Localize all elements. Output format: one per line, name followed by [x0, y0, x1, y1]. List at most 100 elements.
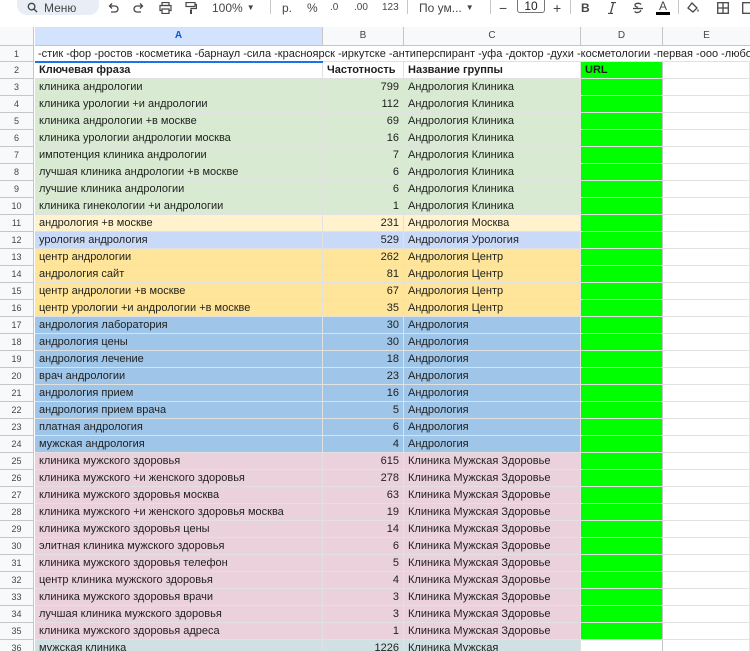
- cell-e[interactable]: [663, 283, 750, 299]
- italic-icon[interactable]: [607, 0, 617, 16]
- cell-phrase[interactable]: импотенция клиника андрологии: [35, 147, 323, 163]
- cell-e[interactable]: [663, 555, 750, 571]
- cell-group[interactable]: Клиника Мужская: [404, 640, 581, 651]
- row-number[interactable]: 12: [0, 232, 34, 249]
- row-number[interactable]: 33: [0, 589, 34, 606]
- cell-url[interactable]: [581, 232, 663, 248]
- cell-phrase[interactable]: андрология +в москве: [35, 215, 323, 231]
- cell-freq[interactable]: 4: [323, 436, 404, 452]
- cell-freq[interactable]: 278: [323, 470, 404, 486]
- cell-phrase[interactable]: андрология лаборатория: [35, 317, 323, 333]
- cell-url[interactable]: [581, 555, 663, 571]
- row-number[interactable]: 21: [0, 385, 34, 402]
- cell-group[interactable]: Клиника Мужская Здоровье: [404, 521, 581, 537]
- select-all-corner[interactable]: [0, 27, 34, 46]
- cell-group[interactable]: Клиника Мужская Здоровье: [404, 453, 581, 469]
- cell-group[interactable]: Андрология Клиника: [404, 130, 581, 146]
- cell-freq[interactable]: 19: [323, 504, 404, 520]
- cell-phrase[interactable]: клиника урологии +и андрологии: [35, 96, 323, 112]
- header-group[interactable]: Название группы: [404, 62, 581, 78]
- row-number[interactable]: 35: [0, 623, 34, 640]
- cell-url[interactable]: [581, 368, 663, 384]
- cell-phrase[interactable]: андрология прием врача: [35, 402, 323, 418]
- font-family-select[interactable]: По ум... ▼: [419, 0, 474, 16]
- fill-color-icon[interactable]: [687, 0, 700, 16]
- cell-freq[interactable]: 3: [323, 589, 404, 605]
- font-size-decrease-button[interactable]: −: [499, 0, 507, 16]
- cell-group[interactable]: Клиника Мужская Здоровье: [404, 555, 581, 571]
- header-freq[interactable]: Частотность: [323, 62, 404, 78]
- row-number[interactable]: 19: [0, 351, 34, 368]
- cell-group[interactable]: Клиника Мужская Здоровье: [404, 504, 581, 520]
- print-icon[interactable]: [159, 0, 172, 16]
- column-header-e[interactable]: E: [663, 27, 750, 46]
- cell-e[interactable]: [663, 521, 750, 537]
- cell-group[interactable]: Клиника Мужская Здоровье: [404, 470, 581, 486]
- cell-freq[interactable]: 81: [323, 266, 404, 282]
- cell-freq[interactable]: 5: [323, 402, 404, 418]
- cell-phrase[interactable]: лучшие клиника андрологии: [35, 181, 323, 197]
- cell-e[interactable]: [663, 96, 750, 112]
- cell-freq[interactable]: 1: [323, 623, 404, 639]
- cell-phrase[interactable]: лучшая клиника мужского здоровья: [35, 606, 323, 622]
- cell-e[interactable]: [663, 623, 750, 639]
- cell-group[interactable]: Андрология: [404, 368, 581, 384]
- cell-e[interactable]: [663, 504, 750, 520]
- cell-url[interactable]: [581, 504, 663, 520]
- cell-phrase[interactable]: клиника андрологии: [35, 79, 323, 95]
- cell-group[interactable]: Клиника Мужская Здоровье: [404, 606, 581, 622]
- cell-phrase[interactable]: центр клиника мужского здоровья: [35, 572, 323, 588]
- cell-e[interactable]: [663, 385, 750, 401]
- row-number[interactable]: 29: [0, 521, 34, 538]
- cell-group[interactable]: Андрология: [404, 351, 581, 367]
- cell-group[interactable]: Андрология Клиника: [404, 79, 581, 95]
- cell-freq[interactable]: 262: [323, 249, 404, 265]
- cell-e[interactable]: [663, 181, 750, 197]
- paint-format-icon[interactable]: [185, 0, 197, 16]
- cell-url[interactable]: [581, 606, 663, 622]
- cell-freq[interactable]: 1226: [323, 640, 404, 651]
- cell-phrase[interactable]: элитная клиника мужского здоровья: [35, 538, 323, 554]
- font-size-input[interactable]: 10: [517, 0, 545, 13]
- cell-url[interactable]: [581, 538, 663, 554]
- row-number[interactable]: 34: [0, 606, 34, 623]
- cell-phrase[interactable]: врач андрологии: [35, 368, 323, 384]
- cell-freq[interactable]: 6: [323, 164, 404, 180]
- cell-group[interactable]: Андрология Центр: [404, 300, 581, 316]
- cell-url[interactable]: [581, 198, 663, 214]
- row-number[interactable]: 13: [0, 249, 34, 266]
- cell-url[interactable]: [581, 266, 663, 282]
- cell-freq[interactable]: 4: [323, 572, 404, 588]
- redo-icon[interactable]: [133, 0, 145, 16]
- cell-freq[interactable]: 615: [323, 453, 404, 469]
- row-number[interactable]: 10: [0, 198, 34, 215]
- row-number[interactable]: 30: [0, 538, 34, 555]
- row-number[interactable]: 4: [0, 96, 34, 113]
- cell-freq[interactable]: 14: [323, 521, 404, 537]
- cell-group[interactable]: Андрология Клиника: [404, 181, 581, 197]
- column-header-d[interactable]: D: [581, 27, 663, 46]
- row-number[interactable]: 32: [0, 572, 34, 589]
- cell-e[interactable]: [663, 572, 750, 588]
- cell-url[interactable]: [581, 181, 663, 197]
- cell-a1[interactable]: -стик -фор -ростов -косметика -барнаул -…: [35, 46, 750, 61]
- cell-url[interactable]: [581, 623, 663, 639]
- cell-group[interactable]: Андрология: [404, 334, 581, 350]
- row-number[interactable]: 6: [0, 130, 34, 147]
- header-phrase[interactable]: Ключевая фраза: [35, 62, 323, 78]
- cell-group[interactable]: Андрология Клиника: [404, 198, 581, 214]
- cell-url[interactable]: [581, 164, 663, 180]
- cell-group[interactable]: Андрология: [404, 436, 581, 452]
- cell-url[interactable]: [581, 640, 663, 651]
- cell-group[interactable]: Андрология: [404, 419, 581, 435]
- cell-phrase[interactable]: платная андрология: [35, 419, 323, 435]
- cell-e[interactable]: [663, 317, 750, 333]
- cell-e[interactable]: [663, 453, 750, 469]
- cell-url[interactable]: [581, 215, 663, 231]
- cell-url[interactable]: [581, 436, 663, 452]
- cell-url[interactable]: [581, 249, 663, 265]
- cell-url[interactable]: [581, 385, 663, 401]
- cell-e[interactable]: [663, 113, 750, 129]
- cell-freq[interactable]: 18: [323, 351, 404, 367]
- cell-phrase[interactable]: клиника мужского здоровья цены: [35, 521, 323, 537]
